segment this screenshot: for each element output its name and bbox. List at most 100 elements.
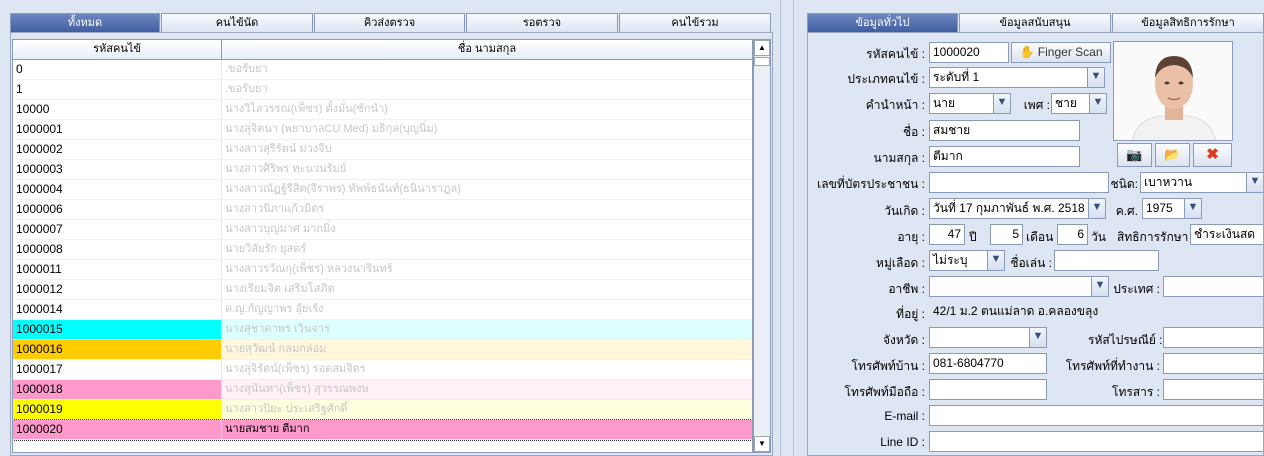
table-row[interactable]: 1000020 นายสมชาย ตีมาก — [13, 419, 752, 441]
table-row[interactable]: 1000016 นายสุวัฒน์ กลมกล่อม — [13, 340, 752, 360]
cell-hn: 1000018 — [13, 380, 222, 399]
camera-button[interactable]: 📷 — [1117, 143, 1152, 167]
dob-select[interactable]: วันที่ 17 กุมภาพันธ์ พ.ศ. 2518 ▼ — [929, 198, 1106, 219]
age-months-field[interactable]: 5 — [990, 224, 1023, 245]
citizen-id-label: เลขที่บัตรประชาชน : — [817, 177, 925, 191]
calendar-dropdown-icon[interactable]: ▼ — [1088, 199, 1105, 218]
table-row[interactable]: 1000017 นางสุจิรัตน์(เพ็ชร) รอดสมจิตร — [13, 360, 752, 380]
home-phone-field[interactable]: 081-6804770 — [929, 353, 1047, 374]
scroll-thumb[interactable] — [754, 57, 770, 66]
cell-hn: 1000004 — [13, 180, 222, 199]
last-name-field[interactable]: ตีมาก — [929, 146, 1080, 167]
sex-select[interactable]: ชาย ▼ — [1051, 93, 1107, 114]
table-row[interactable]: 1000003 นางสาวศิริพร ทะนวนรัมย์ — [13, 160, 752, 180]
tab-exam-queue[interactable]: คิวส่งตรวจ — [314, 13, 465, 32]
open-folder-button[interactable]: 📂 — [1155, 143, 1190, 167]
occupation-select[interactable]: ▼ — [929, 276, 1109, 297]
fax-field[interactable] — [1163, 379, 1263, 400]
finger-scan-button[interactable]: ✋ Finger Scan — [1011, 42, 1111, 63]
chevron-down-icon[interactable]: ▼ — [1184, 199, 1201, 218]
hn-field[interactable]: 1000020 — [929, 42, 1009, 63]
patient-photo-image — [1114, 42, 1232, 140]
table-row[interactable]: 1 .ขอรับยา — [13, 80, 752, 100]
tab-all-patients[interactable]: คนไข้รวม — [619, 13, 771, 32]
first-name-label: ชื่อ : — [902, 125, 925, 139]
occupation-label: อาชีพ : — [888, 282, 925, 296]
tab-support-info[interactable]: ข้อมูลสนับสนุน — [959, 13, 1111, 32]
age-days-field[interactable]: 6 — [1057, 224, 1088, 245]
cell-hn: 1 — [13, 80, 222, 99]
table-row[interactable]: 1000001 นางสุจิตนา (พยาบาลCU Med) มธิกุล(… — [13, 120, 752, 140]
work-phone-label: โทรศัพท์ที่ทำงาน : — [1065, 359, 1160, 373]
table-row[interactable]: 1000015 นางสุชาดาพร เวินจาร — [13, 320, 752, 340]
patient-type-select[interactable]: ระดับที่ 1 ▼ — [929, 67, 1105, 88]
chevron-down-icon[interactable]: ▼ — [1091, 277, 1108, 296]
chevron-down-icon[interactable]: ▼ — [1246, 173, 1263, 192]
treatment-right-field[interactable]: ชำระเงินสด — [1190, 224, 1263, 245]
column-header-name[interactable]: ชื่อ นามสกุล — [222, 40, 752, 59]
prefix-select[interactable]: นาย ▼ — [929, 93, 1011, 114]
home-phone-label: โทรศัพท์บ้าน : — [851, 359, 925, 373]
nickname-label: ชื่อเล่น : — [1010, 256, 1052, 270]
table-row[interactable]: 0 .ขอรับยา — [13, 60, 752, 80]
table-row[interactable]: 1000006 นางสาวนิภาแก้วมิตร — [13, 200, 752, 220]
first-name-field[interactable]: สมชาย — [929, 120, 1080, 141]
table-row[interactable]: 1000019 นางสาวปิยะ ประเสริฐศักดิ์ — [13, 400, 752, 420]
email-field[interactable] — [929, 405, 1263, 426]
cell-hn: 1000017 — [13, 360, 222, 379]
chevron-down-icon[interactable]: ▼ — [1089, 94, 1106, 113]
card-type-select[interactable]: เบาหวาน ▼ — [1140, 172, 1263, 193]
cell-hn: 1000015 — [13, 320, 222, 339]
table-row[interactable]: 1000007 นางสาวบุญมาศ มากมิ่ง — [13, 220, 752, 240]
ce-label: ค.ศ. — [1115, 204, 1138, 218]
nickname-field[interactable] — [1054, 250, 1159, 271]
mobile-phone-field[interactable] — [929, 379, 1047, 400]
address-field[interactable]: 42/1 ม.2 ตนแม่ลาด อ.คลองขลุง — [929, 301, 1263, 322]
column-header-hn[interactable]: รหัสคนไข้ — [13, 40, 222, 59]
blood-group-select[interactable]: ไม่ระบุ ▼ — [929, 250, 1005, 271]
table-row[interactable]: 1000002 นางสาวสุรีรัตน์ ม่วงจีบ — [13, 140, 752, 160]
cell-hn: 1000006 — [13, 200, 222, 219]
tab-appointment[interactable]: คนไข้นัด — [161, 13, 313, 32]
chevron-down-icon[interactable]: ▼ — [1087, 68, 1104, 87]
age-years-field[interactable]: 47 — [929, 224, 965, 245]
table-row[interactable]: 1000004 นางสาวณัฏฐ์รีสิต(จีราพร) ทัพพ์ธนั… — [13, 180, 752, 200]
chevron-down-icon[interactable]: ▼ — [1029, 328, 1046, 347]
cell-name: นางสุชาดาพร เวินจาร — [222, 320, 752, 339]
tab-rights-info[interactable]: ข้อมูลสิทธิการรักษา — [1112, 13, 1264, 32]
country-field[interactable] — [1163, 276, 1263, 297]
prefix-value: นาย — [933, 96, 955, 110]
patient-list-panel: รหัสคนไข้ ชื่อ นามสกุล 0 .ขอรับยา 1 .ขอรับย… — [10, 32, 773, 456]
tab-general-info[interactable]: ข้อมูลทั่วไป — [807, 13, 958, 32]
panel-splitter[interactable] — [780, 0, 794, 456]
chevron-down-icon[interactable]: ▼ — [993, 94, 1010, 113]
tab-waiting[interactable]: รอตรวจ — [466, 13, 618, 32]
table-scrollbar[interactable]: ▲ ▼ — [753, 39, 771, 453]
table-row[interactable]: 1000014 ด.ญ.กัญญาพร อุ้ยเร้ง — [13, 300, 752, 320]
scroll-down-icon[interactable]: ▼ — [754, 436, 770, 452]
fax-label: โทรสาร : — [1112, 385, 1160, 399]
blood-group-value: ไม่ระบุ — [933, 253, 968, 267]
table-row[interactable]: 1000008 นายวิสัยรัก ยุสตร์ — [13, 240, 752, 260]
table-row[interactable]: 10000 นางวิไลวรรณ(เพ็ชร) ตั้งมั่น(ชักนำ) — [13, 100, 752, 120]
dob-label: วันเกิด : — [884, 204, 925, 218]
province-select[interactable]: ▼ — [929, 327, 1047, 348]
line-id-field[interactable] — [929, 431, 1263, 452]
work-phone-field[interactable] — [1163, 353, 1263, 374]
finger-scan-label: Finger Scan — [1037, 45, 1103, 59]
ce-year-select[interactable]: 1975 ▼ — [1142, 198, 1202, 219]
cell-hn: 1000016 — [13, 340, 222, 359]
zip-field[interactable] — [1163, 327, 1263, 348]
address-label: ที่อยู่ : — [896, 307, 925, 321]
province-label: จังหวัด : — [883, 333, 925, 347]
chevron-down-icon[interactable]: ▼ — [987, 251, 1004, 270]
email-label: E-mail : — [884, 409, 925, 423]
table-row[interactable]: 1000011 นางสาวรวัณกุ(เพ็ชร) หลวงนารินทร์ — [13, 260, 752, 280]
citizen-id-field[interactable] — [929, 172, 1109, 193]
delete-photo-button[interactable]: ✖ — [1193, 143, 1232, 167]
scroll-up-icon[interactable]: ▲ — [754, 40, 770, 56]
table-row[interactable]: 1000012 นางเรียมจิต เสริมโสภิต — [13, 280, 752, 300]
cell-name: นายวิสัยรัก ยุสตร์ — [225, 243, 307, 255]
table-row[interactable]: 1000018 นางสุนันทา(เพ็ชร) สุวรรณพงษ — [13, 380, 752, 400]
tab-all[interactable]: ทั้งหมด — [10, 13, 160, 32]
